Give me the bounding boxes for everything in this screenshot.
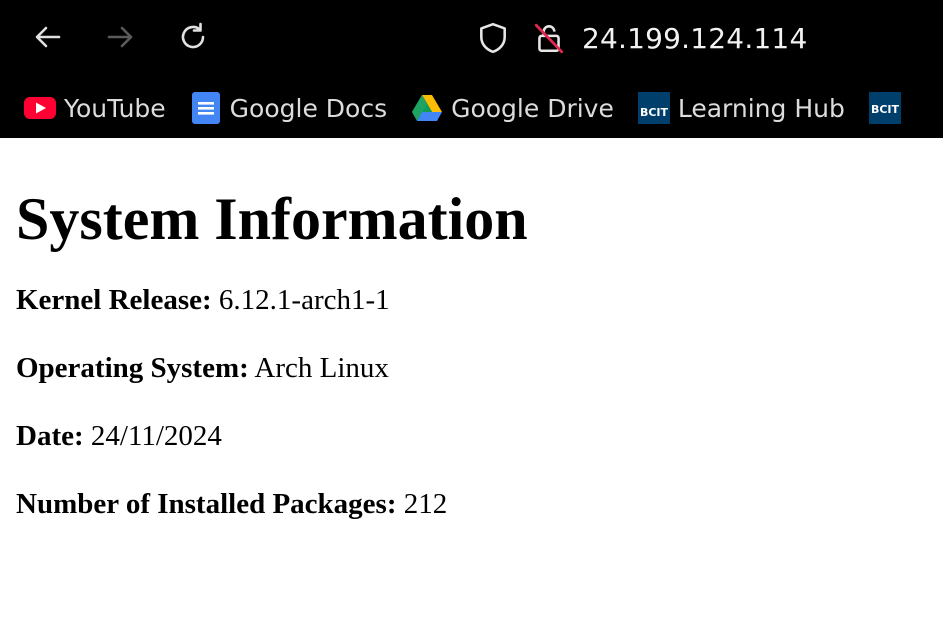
svg-text:BCIT: BCIT xyxy=(871,103,900,116)
google-drive-icon xyxy=(411,92,443,124)
field-value: 24/11/2024 xyxy=(83,420,222,452)
field-value: Arch Linux xyxy=(248,352,389,384)
address-bar[interactable]: 24.199.124.114 xyxy=(470,14,940,62)
shield-icon[interactable] xyxy=(476,21,510,55)
bookmark-label: Google Docs xyxy=(229,93,388,123)
bookmark-google-drive[interactable]: Google Drive xyxy=(411,92,614,124)
operating-system-line: Operating System: Arch Linux xyxy=(16,351,927,385)
arrow-right-icon xyxy=(107,26,133,48)
reload-button[interactable] xyxy=(175,19,211,55)
page-title: System Information xyxy=(16,186,528,252)
installed-packages-line: Number of Installed Packages: 212 xyxy=(16,487,927,521)
page-content: System Information Kernel Release: 6.12.… xyxy=(0,185,943,521)
reload-icon xyxy=(181,22,205,49)
bookmark-label: Learning Hub xyxy=(677,93,845,123)
field-label: Number of Installed Packages: xyxy=(16,488,397,520)
field-label: Date: xyxy=(16,420,84,452)
back-button[interactable] xyxy=(30,19,66,55)
bcit-icon: BCIT xyxy=(637,92,670,124)
bookmark-label: YouTube xyxy=(64,93,166,123)
youtube-icon xyxy=(24,92,56,124)
forward-button[interactable] xyxy=(102,19,138,55)
google-docs-icon xyxy=(190,92,222,124)
insecure-lock-icon[interactable] xyxy=(532,21,566,55)
field-value: 6.12.1-arch1-1 xyxy=(211,284,390,316)
bcit-icon: BCIT xyxy=(868,92,901,124)
bookmarks-bar: YouTube Google Docs Google Drive BCIT Le… xyxy=(0,84,943,132)
field-label: Operating System: xyxy=(16,352,249,384)
bookmark-bcit[interactable]: BCIT xyxy=(868,92,901,124)
bookmark-learning-hub[interactable]: BCIT Learning Hub xyxy=(637,92,845,124)
bookmark-google-docs[interactable]: Google Docs xyxy=(190,92,387,124)
navigation-bar: 24.199.124.114 xyxy=(0,0,943,76)
bookmark-label: Google Drive xyxy=(451,93,614,123)
browser-toolbar: 24.199.124.114 YouTube Google Docs Googl… xyxy=(0,0,943,138)
date-line: Date: 24/11/2024 xyxy=(16,419,927,453)
arrow-left-icon xyxy=(35,26,61,48)
kernel-release-line: Kernel Release: 6.12.1-arch1-1 xyxy=(16,283,927,317)
field-value: 212 xyxy=(396,488,448,520)
field-label: Kernel Release: xyxy=(16,284,212,316)
bookmark-youtube[interactable]: YouTube xyxy=(24,92,166,124)
svg-text:BCIT: BCIT xyxy=(640,106,669,119)
url-text[interactable]: 24.199.124.114 xyxy=(582,22,807,55)
